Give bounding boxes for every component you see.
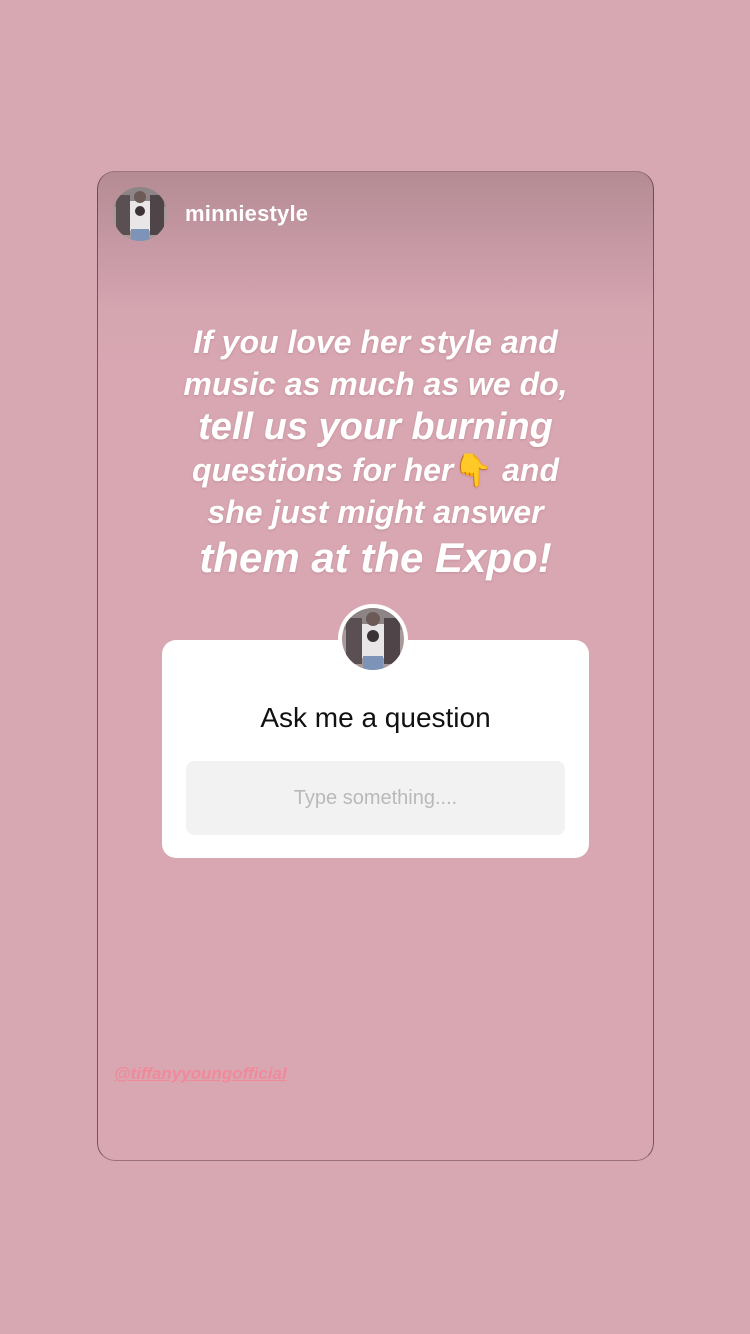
profile-avatar[interactable] [113, 187, 167, 241]
story-card[interactable]: minniestyle If you love her style and mu… [97, 171, 654, 1161]
story-header: minniestyle [113, 187, 308, 241]
caption-line: music as much as we do, [183, 366, 568, 402]
username[interactable]: minniestyle [185, 201, 308, 227]
avatar-photo-icon [342, 608, 404, 670]
question-title: Ask me a question [260, 702, 491, 733]
caption-line: If you love her style and [193, 324, 558, 360]
question-input[interactable]: Type something.... [186, 761, 565, 835]
caption-line: tell us your burning [198, 406, 553, 448]
caption-line: she just might answer [207, 494, 544, 530]
pointing-down-icon: 👇 [453, 452, 494, 488]
story-caption: If you love her style and music as much … [137, 321, 614, 583]
caption-line: questions for her👇 and [137, 449, 614, 491]
sticker-avatar-photo [342, 608, 404, 670]
mention-link[interactable]: @tiffanyyoungofficial [114, 1064, 287, 1084]
sticker-avatar [338, 604, 408, 674]
caption-text: and [493, 452, 559, 488]
story-viewer: minniestyle If you love her style and mu… [0, 0, 750, 1334]
caption-line: them at the Expo! [199, 534, 552, 581]
question-sticker[interactable]: Ask me a question Type something.... [162, 604, 589, 858]
caption-text: questions for her [192, 452, 454, 488]
avatar-photo-icon [113, 187, 167, 241]
